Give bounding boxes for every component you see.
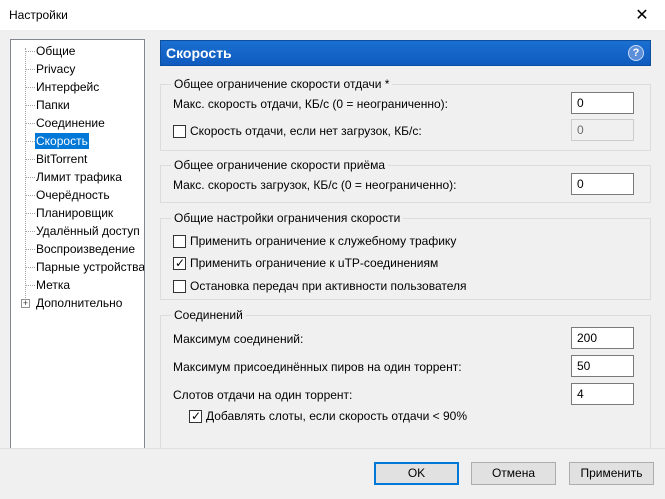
tree-item-label: Парные устройства <box>35 259 145 275</box>
tree-item-scheduler[interactable]: Планировщик <box>11 204 144 222</box>
check-icon: ✓ <box>175 255 185 271</box>
tree-item-paired-devices[interactable]: Парные устройства <box>11 258 144 276</box>
group-title: Общее ограничение скорости приёма <box>171 158 388 172</box>
max-peers-input[interactable] <box>571 355 634 377</box>
tree-item-interface[interactable]: Интерфейс <box>11 78 144 96</box>
general-limit-group: Общие настройки ограничения скорости При… <box>160 218 651 300</box>
tree-item-queueing[interactable]: Очерёдность <box>11 186 144 204</box>
tree-item-label: Общие <box>35 43 76 59</box>
max-connections-input[interactable] <box>571 327 634 349</box>
tree-item-remote[interactable]: Удалённый доступ <box>11 222 144 240</box>
max-peers-label: Максимум присоединённых пиров на один то… <box>173 360 462 374</box>
max-upload-label: Макс. скорость отдачи, КБ/с (0 = неогран… <box>173 97 448 111</box>
window-title: Настройки <box>9 8 68 22</box>
max-download-label: Макс. скорость загрузок, КБ/с (0 = неогр… <box>173 178 457 192</box>
tree-item-folders[interactable]: Папки <box>11 96 144 114</box>
settings-tree: Общие Privacy Интерфейс Папки Соединение… <box>10 39 145 471</box>
dialog-client: Общие Privacy Интерфейс Папки Соединение… <box>0 30 665 499</box>
tree-item-label: Воспроизведение <box>35 241 136 257</box>
group-title: Соединений <box>171 308 246 322</box>
tree-item-label: Метка <box>35 277 71 293</box>
alt-upload-checkbox[interactable] <box>173 125 186 138</box>
alt-upload-input[interactable] <box>571 119 634 141</box>
utp-checkbox[interactable]: ✓ <box>173 257 186 270</box>
group-title: Общие настройки ограничения скорости <box>171 211 403 225</box>
tree-item-label: Лимит трафика <box>35 169 123 185</box>
upload-limit-group: Общее ограничение скорости отдачи * Макс… <box>160 84 651 151</box>
max-connections-label: Максимум соединений: <box>173 332 303 346</box>
download-limit-group: Общее ограничение скорости приёма Макс. … <box>160 165 651 203</box>
cancel-button[interactable]: Отмена <box>471 462 556 485</box>
help-icon[interactable]: ? <box>628 45 644 61</box>
tree-item-label: Планировщик <box>35 205 114 221</box>
tree-item-playback[interactable]: Воспроизведение <box>11 240 144 258</box>
tree-item-label: Дополнительно <box>35 295 123 311</box>
tree-item-speed[interactable]: Скорость <box>11 132 144 150</box>
utp-label: Применить ограничение к uTP-соединениям <box>190 256 438 270</box>
connections-group: Соединений Максимум соединений: Максимум… <box>160 315 651 460</box>
extra-slots-label: Добавлять слоты, если скорость отдачи < … <box>206 409 467 423</box>
close-button[interactable]: ✕ <box>619 0 665 30</box>
tree-item-label: Удалённый доступ <box>35 223 141 239</box>
tree-item-privacy[interactable]: Privacy <box>11 60 144 78</box>
check-icon: ✓ <box>191 408 201 424</box>
tree-item-general[interactable]: Общие <box>11 42 144 60</box>
close-icon: ✕ <box>635 5 648 25</box>
expand-icon[interactable]: + <box>21 299 30 308</box>
upload-slots-label: Слотов отдачи на один торрент: <box>173 388 352 402</box>
panel-title: Скорость <box>166 45 232 61</box>
apply-button[interactable]: Применить <box>569 462 654 485</box>
pause-on-activity-checkbox[interactable] <box>173 280 186 293</box>
tree-item-label-settings[interactable]: Метка <box>11 276 144 294</box>
tree-item-label: Соединение <box>35 115 106 131</box>
overhead-label: Применить ограничение к служебному трафи… <box>190 234 456 248</box>
overhead-checkbox[interactable] <box>173 235 186 248</box>
tree-item-traffic-limit[interactable]: Лимит трафика <box>11 168 144 186</box>
tree-item-label: Интерфейс <box>35 79 100 95</box>
tree-item-label: BitTorrent <box>35 151 88 167</box>
max-download-input[interactable] <box>571 173 634 195</box>
tree-item-label: Privacy <box>35 61 76 77</box>
dialog-footer: OK Отмена Применить <box>0 448 665 499</box>
upload-slots-input[interactable] <box>571 383 634 405</box>
extra-slots-checkbox[interactable]: ✓ <box>189 410 202 423</box>
tree-item-label: Очерёдность <box>35 187 111 203</box>
max-upload-input[interactable] <box>571 92 634 114</box>
tree-item-advanced[interactable]: + Дополнительно <box>11 294 144 312</box>
pause-on-activity-label: Остановка передач при активности пользов… <box>190 279 467 293</box>
panel-header: Скорость ? <box>160 40 651 66</box>
tree-item-connection[interactable]: Соединение <box>11 114 144 132</box>
tree-item-bittorrent[interactable]: BitTorrent <box>11 150 144 168</box>
tree-item-label: Скорость <box>35 133 89 149</box>
title-bar: Настройки ✕ <box>0 0 665 30</box>
tree-item-label: Папки <box>35 97 71 113</box>
alt-upload-label: Скорость отдачи, если нет загрузок, КБ/с… <box>190 124 422 138</box>
group-title: Общее ограничение скорости отдачи * <box>171 77 392 91</box>
ok-button[interactable]: OK <box>374 462 459 485</box>
settings-panel: Скорость ? Общее ограничение скорости от… <box>160 40 651 460</box>
